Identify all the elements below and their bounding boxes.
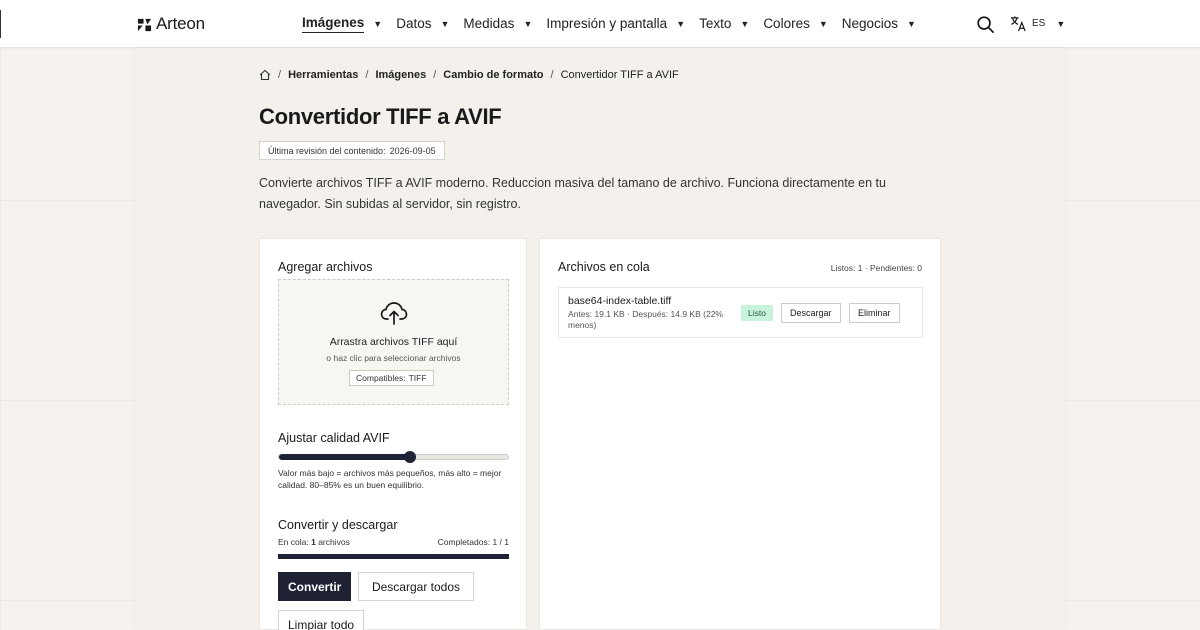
chevron-down-icon: ▼	[1056, 18, 1066, 29]
search-icon[interactable]	[976, 15, 995, 34]
nav-label: Medidas	[463, 15, 515, 31]
progress-summary: En cola: 1 archivos Completados: 1 / 1	[278, 537, 509, 547]
language-code: ES	[1032, 18, 1046, 29]
nav-item-datos[interactable]: Datos ▼	[396, 16, 449, 33]
breadcrumb: / Herramientas / Imágenes / Cambio de fo…	[259, 69, 679, 81]
file-size-info: Antes: 19.1 KB · Después: 14.9 KB (22% m…	[568, 309, 723, 330]
conversion-progress-bar	[278, 554, 509, 559]
completed-label: Completados:	[437, 537, 491, 547]
supported-formats-value: TIFF	[408, 373, 427, 383]
convert-title: Convertir y descargar	[278, 518, 398, 532]
chevron-down-icon: ▼	[818, 19, 828, 29]
chevron-down-icon: ▼	[373, 19, 383, 29]
brand-logo[interactable]: Arteon	[137, 14, 205, 34]
breadcrumb-separator: /	[550, 69, 554, 81]
nav-label: Datos	[396, 15, 432, 31]
breadcrumb-separator: /	[433, 69, 437, 81]
nav-label: Imágenes	[302, 15, 365, 33]
revision-date: 2026-09-05	[389, 145, 436, 156]
chevron-down-icon: ▼	[907, 19, 916, 29]
supported-formats-badge: Compatibles: TIFF	[349, 370, 434, 386]
quality-slider[interactable]	[278, 451, 509, 463]
chevron-down-icon: ▼	[440, 19, 450, 29]
breadcrumb-separator: /	[278, 69, 282, 81]
clear-all-button[interactable]: Limpiar todo	[278, 610, 365, 630]
convert-button[interactable]: Convertir	[278, 572, 352, 601]
status-badge: Listo	[741, 305, 773, 321]
remove-file-button[interactable]: Eliminar	[849, 303, 900, 323]
file-dropzone[interactable]: Arrastra archivos TIFF aquí o haz clic p…	[278, 279, 509, 405]
nav-item-colores[interactable]: Colores ▼	[763, 16, 827, 33]
window-edge-divider	[0, 10, 1, 38]
breadcrumb-herramientas[interactable]: Herramientas	[288, 69, 358, 81]
logo-icon	[137, 18, 152, 31]
queue-card: Archivos en cola Listos: 1 · Pendientes:…	[539, 238, 941, 630]
queued-label: En cola:	[278, 537, 309, 547]
quality-title: Ajustar calidad AVIF	[278, 431, 390, 445]
main-nav: Imágenes ▼ Datos ▼ Medidas ▼ Impresión y…	[302, 0, 930, 48]
translate-icon	[1010, 16, 1026, 32]
chevron-down-icon: ▼	[523, 19, 533, 29]
revision-label: Última revisión del contenido:	[268, 145, 386, 156]
nav-item-impresion[interactable]: Impresión y pantalla ▼	[546, 16, 685, 33]
nav-label: Negocios	[841, 15, 899, 31]
chevron-down-icon: ▼	[740, 19, 750, 29]
queued-suffix: archivos	[318, 537, 350, 547]
breadcrumb-current: Convertidor TIFF a AVIF	[560, 69, 679, 81]
dropzone-subtitle: o haz clic para seleccionar archivos	[326, 353, 461, 363]
breadcrumb-imagenes[interactable]: Imágenes	[375, 69, 426, 81]
nav-label: Texto	[699, 15, 732, 31]
queued-summary: En cola: 1 archivos	[278, 537, 350, 547]
file-name: base64-index-table.tiff	[568, 295, 672, 307]
language-selector[interactable]: ES ▼	[1010, 15, 1065, 32]
nav-item-negocios[interactable]: Negocios ▼	[842, 16, 916, 33]
nav-label: Colores	[763, 15, 810, 31]
breadcrumb-separator: /	[365, 69, 369, 81]
queue-status: Listos: 1 · Pendientes: 0	[830, 263, 922, 273]
quality-help-text: Valor más bajo = archivos más pequeños, …	[278, 468, 502, 490]
revision-badge: Última revisión del contenido: 2026-09-0…	[259, 141, 445, 160]
nav-label: Impresión y pantalla	[546, 15, 668, 31]
completed-summary: Completados: 1 / 1	[438, 537, 509, 547]
queue-title: Archivos en cola	[558, 260, 650, 274]
brand-name: Arteon	[156, 14, 205, 33]
supported-formats-label: Compatibles:	[356, 373, 406, 383]
home-icon[interactable]	[259, 69, 271, 81]
cloud-upload-icon	[380, 302, 408, 325]
dropzone-title: Arrastra archivos TIFF aquí	[329, 336, 458, 348]
download-all-button[interactable]: Descargar todos	[358, 572, 474, 601]
content-panel: / Herramientas / Imágenes / Cambio de fo…	[135, 48, 1065, 630]
queue-file-row: base64-index-table.tiff Antes: 19.1 KB ·…	[558, 287, 923, 338]
nav-item-imagenes[interactable]: Imágenes ▼	[302, 15, 382, 33]
nav-item-texto[interactable]: Texto ▼	[699, 16, 749, 33]
nav-item-medidas[interactable]: Medidas ▼	[463, 16, 532, 33]
upload-title: Agregar archivos	[278, 260, 373, 274]
upload-card: Agregar archivos Arrastra archivos TIFF …	[259, 238, 527, 630]
page-title: Convertidor TIFF a AVIF	[259, 104, 502, 129]
intro-text: Convierte archivos TIFF a AVIF moderno. …	[259, 176, 886, 211]
completed-value: 1 / 1	[492, 537, 509, 547]
breadcrumb-cambio-formato[interactable]: Cambio de formato	[443, 69, 543, 81]
chevron-down-icon: ▼	[676, 19, 686, 29]
top-navigation-bar: Arteon Imágenes ▼ Datos ▼ Medidas ▼ Impr…	[0, 0, 1200, 48]
download-file-button[interactable]: Descargar	[781, 303, 841, 323]
quality-slider-handle[interactable]	[403, 451, 416, 463]
queued-count: 1	[311, 537, 316, 547]
conversion-progress-fill	[278, 554, 509, 559]
quality-slider-fill	[279, 454, 410, 460]
